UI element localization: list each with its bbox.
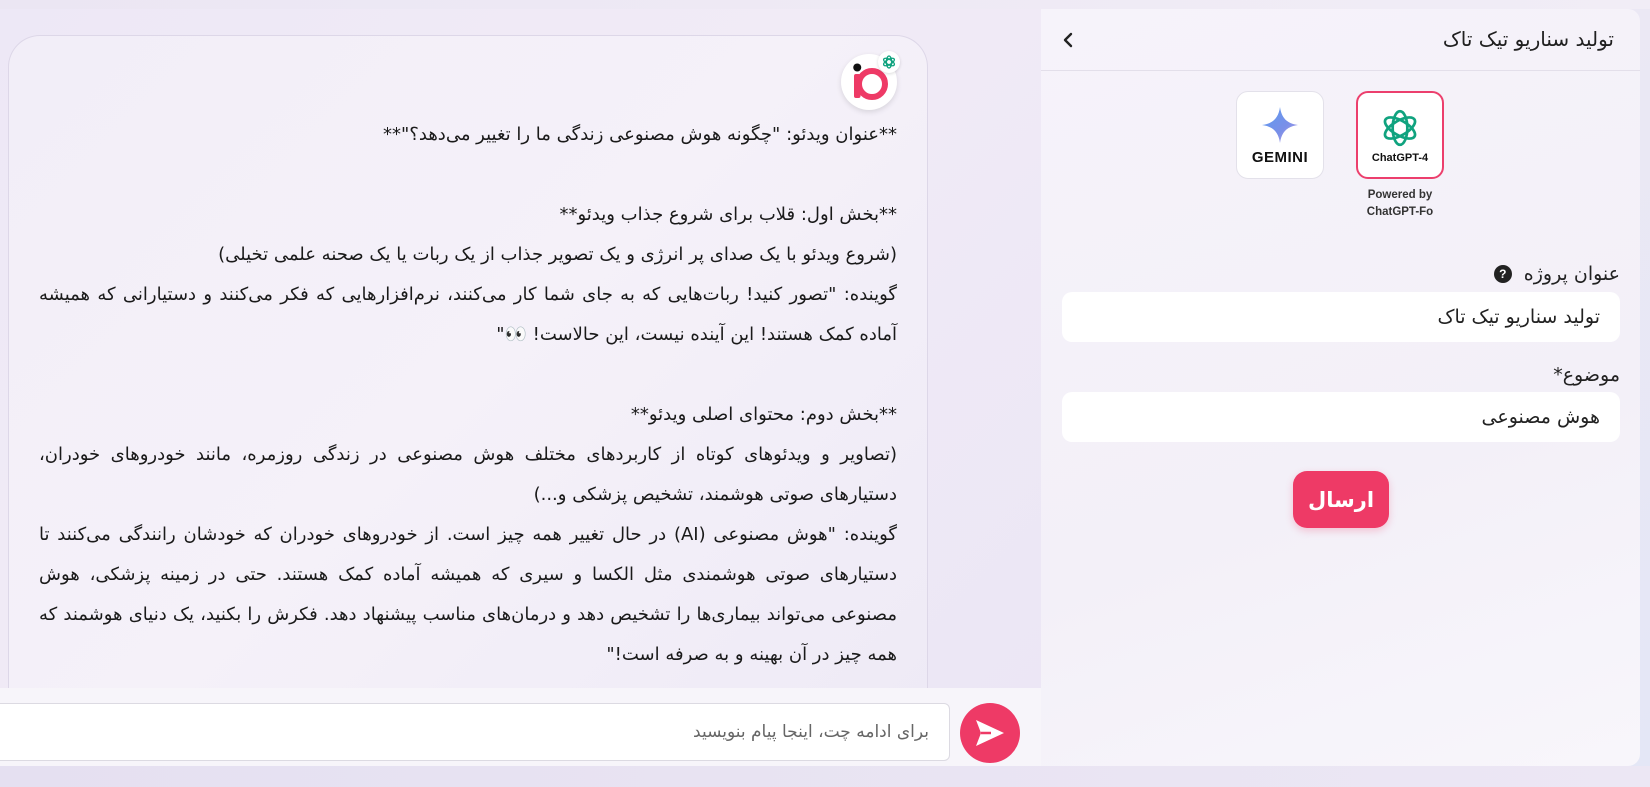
- message-blank-line: [39, 155, 897, 195]
- message-paragraph: **عنوان ویدئو: "چگونه هوش مصنوعی زندگی م…: [383, 124, 897, 145]
- message-paragraph: (تصاویر و ویدئوهای کوتاه از کاربردهای مخ…: [39, 444, 897, 505]
- message-paragraph: **بخش اول: قلاب برای شروع جذاب ویدئو**: [559, 204, 898, 225]
- page-title: تولید سناریو تیک تاک: [1442, 27, 1614, 51]
- message-blank-line: [39, 355, 897, 395]
- chevron-left-icon: [1063, 32, 1073, 48]
- model-badge: [878, 51, 900, 73]
- model-name: ChatGPT-4: [1371, 151, 1429, 164]
- model-option-chatgpt[interactable]: ChatGPT-4: [1356, 91, 1444, 179]
- window-bottom-strip: [0, 766, 1650, 787]
- chat-panel: **عنوان ویدئو: "چگونه هوش مصنوعی زندگی م…: [0, 9, 1041, 766]
- message-text: **عنوان ویدئو: "چگونه هوش مصنوعی زندگی م…: [39, 115, 897, 675]
- project-title-label: عنوان پروژه ?: [1493, 263, 1620, 285]
- help-icon[interactable]: ?: [1493, 265, 1512, 283]
- topic-label-text: موضوع*: [1553, 364, 1620, 386]
- chat-message-input[interactable]: [0, 703, 950, 761]
- openai-logo-icon: [1383, 109, 1417, 146]
- window-top-strip: [0, 0, 1650, 9]
- model-name: GEMINI: [1251, 148, 1309, 166]
- message-paragraph: (شروع ویدئو با یک صدای پر انرژی و یک تصو…: [218, 244, 897, 265]
- sidebar-header: تولید سناریو تیک تاک: [1041, 9, 1640, 71]
- message-paragraph: گوینده: "تصور کنید! ربات‌هایی که به جای …: [39, 284, 897, 345]
- powered-by-label: Powered by ChatGPT-Fo: [1366, 189, 1434, 218]
- model-option-gemini[interactable]: GEMINI: [1236, 91, 1324, 179]
- project-title-label-text: عنوان پروژه: [1523, 263, 1620, 285]
- gemini-star-icon: [1262, 106, 1298, 143]
- topic-input[interactable]: [1062, 392, 1620, 442]
- submit-button[interactable]: ارسال: [1293, 471, 1389, 528]
- send-arrow-icon: [976, 720, 1004, 746]
- chat-input-bar: [0, 688, 1041, 766]
- settings-sidebar: تولید سناریو تیک تاک ChatGPT-4 GEMINI Po…: [1041, 9, 1640, 766]
- bot-avatar: [841, 51, 900, 110]
- bot-message: **عنوان ویدئو: "چگونه هوش مصنوعی زندگی م…: [8, 35, 928, 735]
- chat-send-button[interactable]: [960, 703, 1020, 763]
- collapse-sidebar-button[interactable]: [1053, 25, 1083, 55]
- openai-logo-icon: [882, 55, 896, 69]
- message-paragraph: گوینده: "هوش مصنوعی (AI) در حال تغییر هم…: [39, 524, 897, 665]
- topic-label: موضوع*: [1553, 364, 1620, 386]
- message-paragraph: **بخش دوم: محتوای اصلی ویدئو**: [630, 404, 897, 425]
- project-title-input[interactable]: [1062, 292, 1620, 342]
